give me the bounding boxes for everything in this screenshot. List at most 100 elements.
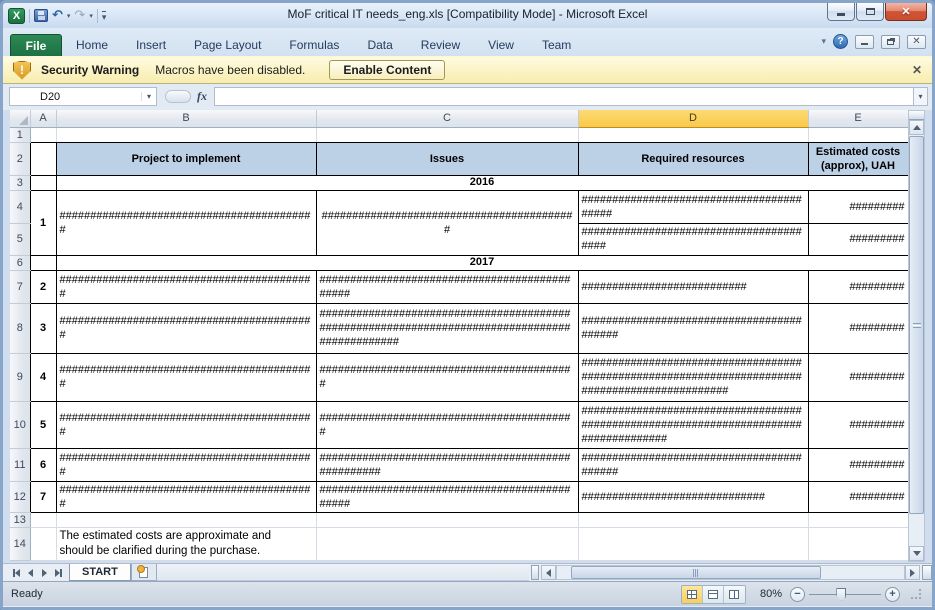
column-header-B[interactable]: B (56, 110, 316, 127)
column-header-A[interactable]: A (30, 110, 56, 127)
cell-E1[interactable] (808, 127, 908, 142)
previous-sheet-button[interactable] (24, 566, 37, 580)
cell-B13[interactable] (56, 512, 316, 527)
cell-B8[interactable]: ########################################… (56, 303, 316, 353)
next-sheet-button[interactable] (38, 566, 51, 580)
formula-input[interactable] (214, 87, 913, 106)
customize-qat-icon[interactable]: ▾ (102, 11, 107, 21)
vertical-scrollbar[interactable] (908, 110, 925, 562)
expand-ribbon-icon[interactable]: ▾ (821, 37, 826, 47)
row-header-9[interactable]: 9 (10, 353, 30, 401)
cell-C14[interactable] (316, 527, 578, 560)
cell-C8[interactable]: ########################################… (316, 303, 578, 353)
horizontal-split-handle[interactable] (922, 565, 932, 580)
cell-D12[interactable]: ############################## (578, 481, 808, 512)
name-box[interactable]: D20 ▾ (9, 87, 157, 106)
cell-B6-year-2017[interactable]: 2017 (56, 255, 908, 270)
cell-C7[interactable]: ########################################… (316, 270, 578, 303)
tab-page-layout[interactable]: Page Layout (180, 34, 275, 56)
cell-A4-item-number[interactable]: 1 (30, 190, 56, 255)
workbook-restore-button[interactable] (881, 35, 900, 49)
cell-A1[interactable] (30, 127, 56, 142)
save-icon[interactable] (34, 9, 48, 22)
tab-team[interactable]: Team (528, 34, 585, 56)
cell-A14[interactable] (30, 527, 56, 560)
horizontal-scroll-track[interactable] (556, 565, 905, 580)
minimize-button[interactable] (827, 3, 855, 21)
row-header-1[interactable]: 1 (10, 127, 30, 142)
cell-B4[interactable]: ########################################… (56, 190, 316, 255)
horizontal-scroll-thumb[interactable] (571, 566, 821, 579)
close-button[interactable]: ✕ (885, 3, 927, 21)
cell-E12[interactable]: ######### (808, 481, 908, 512)
row-header-8[interactable]: 8 (10, 303, 30, 353)
column-header-C[interactable]: C (316, 110, 578, 127)
cell-D14[interactable] (578, 527, 808, 560)
cell-D9[interactable]: #################################### ###… (578, 353, 808, 401)
last-sheet-button[interactable] (52, 566, 65, 580)
zoom-slider-thumb[interactable] (836, 588, 846, 601)
enable-content-button[interactable]: Enable Content (329, 60, 445, 80)
workbook-minimize-button[interactable] (855, 35, 874, 49)
cell-B1[interactable] (56, 127, 316, 142)
row-header-5[interactable]: 5 (10, 223, 30, 255)
undo-dropdown-icon[interactable]: ▾ (67, 12, 71, 20)
row-header-2[interactable]: 2 (10, 142, 30, 175)
cell-E14[interactable] (808, 527, 908, 560)
cell-C2[interactable]: Issues (316, 142, 578, 175)
first-sheet-button[interactable] (10, 566, 23, 580)
cell-C11[interactable]: ########################################… (316, 448, 578, 481)
cell-C12[interactable]: ########################################… (316, 481, 578, 512)
cell-E13[interactable] (808, 512, 908, 527)
expand-formula-bar-icon[interactable]: ▾ (913, 87, 928, 106)
cell-D4[interactable]: #################################### ###… (578, 190, 808, 223)
cell-C13[interactable] (316, 512, 578, 527)
cell-A10-item-number[interactable]: 5 (30, 401, 56, 448)
cell-A13[interactable] (30, 512, 56, 527)
cell-E7[interactable]: ######### (808, 270, 908, 303)
cell-E11[interactable]: ######### (808, 448, 908, 481)
column-header-D-selected[interactable]: D (578, 110, 808, 127)
sheet-tab-start[interactable]: START (69, 564, 131, 581)
cell-B3-year-2016[interactable]: 2016 (56, 175, 908, 190)
row-header-3[interactable]: 3 (10, 175, 30, 190)
scroll-left-button[interactable] (541, 565, 556, 580)
cell-A11-item-number[interactable]: 6 (30, 448, 56, 481)
cell-A3[interactable] (30, 175, 56, 190)
scroll-up-button[interactable] (909, 120, 924, 135)
page-layout-view-button[interactable] (703, 586, 724, 603)
message-bar-close-icon[interactable]: ✕ (912, 63, 922, 77)
row-header-4[interactable]: 4 (10, 190, 30, 223)
cell-D1[interactable] (578, 127, 808, 142)
insert-worksheet-tab[interactable] (131, 564, 157, 581)
tab-view[interactable]: View (474, 34, 528, 56)
page-break-view-button[interactable] (724, 586, 745, 603)
row-header-13[interactable]: 13 (10, 512, 30, 527)
normal-view-button[interactable] (682, 586, 703, 603)
cell-B11[interactable]: ########################################… (56, 448, 316, 481)
cell-A12-item-number[interactable]: 7 (30, 481, 56, 512)
cell-D7[interactable]: ########################### (578, 270, 808, 303)
zoom-level[interactable]: 80% (760, 588, 782, 600)
cell-B2[interactable]: Project to implement (56, 142, 316, 175)
zoom-out-button[interactable]: − (790, 587, 805, 602)
cell-D11[interactable]: #################################### ###… (578, 448, 808, 481)
cell-E10[interactable]: ######### (808, 401, 908, 448)
scroll-down-button[interactable] (909, 546, 924, 561)
cell-D5[interactable]: #################################### ###… (578, 223, 808, 255)
cell-B12[interactable]: ########################################… (56, 481, 316, 512)
cell-A7-item-number[interactable]: 2 (30, 270, 56, 303)
cell-D10[interactable]: #################################### ###… (578, 401, 808, 448)
tab-file[interactable]: File (10, 34, 62, 56)
vertical-split-handle[interactable] (909, 111, 924, 120)
vertical-scroll-track[interactable] (909, 135, 924, 546)
insert-function-icon[interactable]: fx (197, 89, 207, 104)
row-header-6[interactable]: 6 (10, 255, 30, 270)
cell-C10[interactable]: ########################################… (316, 401, 578, 448)
excel-app-icon[interactable]: X (8, 8, 25, 24)
cell-A2[interactable] (30, 142, 56, 175)
row-header-10[interactable]: 10 (10, 401, 30, 448)
tab-data[interactable]: Data (353, 34, 406, 56)
tab-formulas[interactable]: Formulas (275, 34, 353, 56)
resize-grip[interactable] (910, 588, 922, 600)
